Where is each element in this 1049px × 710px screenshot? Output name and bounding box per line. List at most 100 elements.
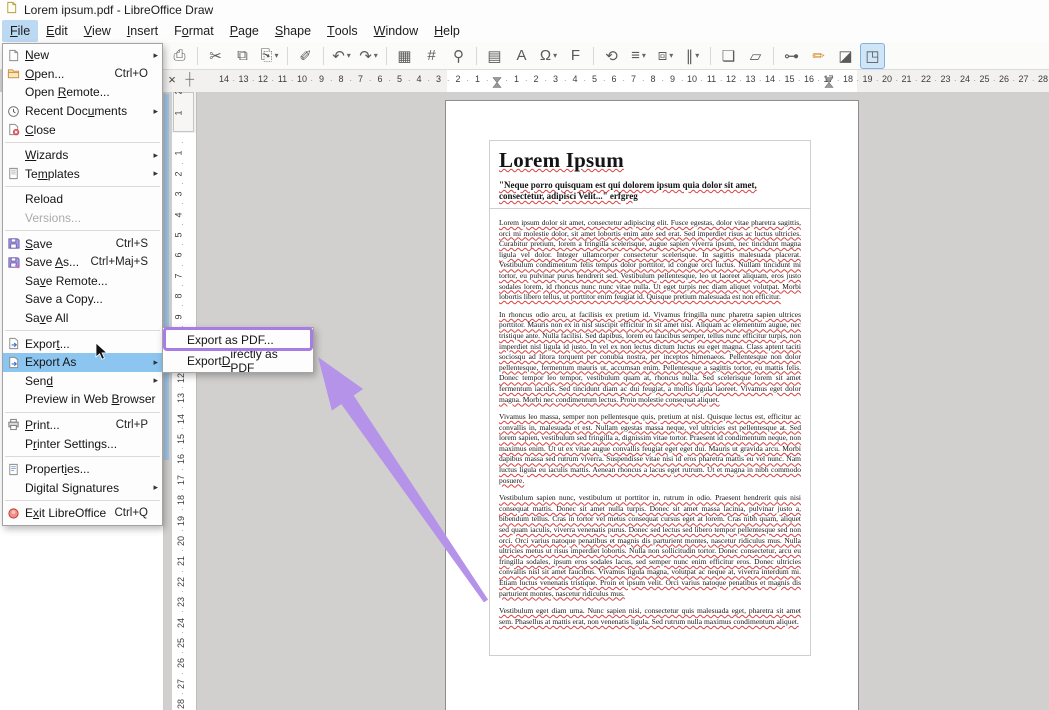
- dropdown-arrow-icon[interactable]: ▾: [347, 51, 351, 60]
- menu-item-export-as[interactable]: Export As▸: [3, 353, 162, 372]
- menu-item-versions[interactable]: Versions...: [3, 209, 162, 228]
- ruler-number: 9: [319, 74, 324, 84]
- dropdown-arrow-icon[interactable]: ▾: [374, 51, 378, 60]
- distribute-icon[interactable]: ∥▾: [680, 43, 705, 69]
- insert-image-icon[interactable]: ▤: [482, 43, 507, 69]
- arrange-icon[interactable]: ⧈▾: [653, 43, 678, 69]
- menu-item-save-as[interactable]: Save As...Ctrl+Maj+S: [3, 253, 162, 272]
- ruler-tick: ·: [915, 76, 918, 85]
- menu-item-printer-settings[interactable]: Printer Settings...: [3, 434, 162, 453]
- menu-item-save-all[interactable]: Save All: [3, 309, 162, 328]
- dropdown-arrow-icon[interactable]: ▾: [669, 51, 673, 60]
- align-objects-icon[interactable]: ≡▾: [626, 43, 651, 69]
- menu-item-templates[interactable]: Templates▸: [3, 165, 162, 184]
- print-file-directly-icon[interactable]: ⎙: [167, 43, 192, 69]
- menubar-item-view[interactable]: View: [76, 20, 119, 42]
- menu-item-exit-libreoffice[interactable]: Exit LibreOfficeCtrl+Q: [3, 504, 162, 523]
- helplines-icon[interactable]: #: [419, 43, 444, 69]
- menu-item-close[interactable]: Close: [3, 120, 162, 139]
- special-character-icon[interactable]: Ω▾: [536, 43, 561, 69]
- ruler-tick: ·: [181, 179, 184, 188]
- glue-points-icon[interactable]: ✏: [806, 43, 831, 69]
- dropdown-arrow-icon[interactable]: ▾: [275, 51, 279, 60]
- extrusion-icon[interactable]: ◪: [833, 43, 858, 69]
- menubar-item-edit[interactable]: Edit: [38, 20, 76, 42]
- ruler-number: 26: [999, 74, 1009, 84]
- menu-item-label: Export As: [25, 355, 148, 369]
- ruler-number: 24: [176, 618, 186, 628]
- menu-item-open[interactable]: Open...Ctrl+O: [3, 65, 162, 84]
- ruler-tick: ·: [181, 220, 184, 229]
- ruler-tick: ·: [181, 138, 184, 147]
- menubar-item-tools[interactable]: Tools: [319, 20, 366, 42]
- menu-item-properties[interactable]: Properties...: [3, 460, 162, 479]
- crop-icon[interactable]: ▱: [743, 43, 768, 69]
- text-frame[interactable]: Lorem Ipsum "Neque porro quisquam est qu…: [489, 140, 811, 656]
- menu-item-print[interactable]: Print...Ctrl+P: [3, 416, 162, 435]
- ruler-margin-marker[interactable]: [824, 75, 833, 93]
- document-paragraph: Lorem ipsum dolor sit amet, consectetur …: [499, 218, 801, 303]
- save-as-icon: [7, 256, 25, 269]
- close-document-button[interactable]: ×: [164, 72, 180, 88]
- ruler-number: 10: [297, 74, 307, 84]
- menu-item-export[interactable]: Export...: [3, 334, 162, 353]
- menubar-item-help[interactable]: Help: [426, 20, 468, 42]
- ruler-tick: ·: [973, 76, 976, 85]
- menu-item-digital-signatures[interactable]: Digital Signatures▸: [3, 478, 162, 497]
- menubar-item-page[interactable]: Page: [222, 20, 267, 42]
- ruler-number: 12: [258, 74, 268, 84]
- menu-item-save-remote[interactable]: Save Remote...: [3, 272, 162, 291]
- window-title: Lorem ipsum.pdf - LibreOffice Draw: [24, 3, 213, 17]
- vertical-ruler[interactable]: 1212345678910111213141516171819202122232…: [172, 92, 197, 710]
- drawing-canvas[interactable]: Lorem Ipsum "Neque porro quisquam est qu…: [197, 92, 1049, 710]
- menu-item-save-a-copy[interactable]: Save a Copy...: [3, 290, 162, 309]
- menubar-item-insert[interactable]: Insert: [119, 20, 166, 42]
- display-grid-icon[interactable]: ▦: [392, 43, 417, 69]
- submenu-item-export-directly-as-pdf[interactable]: Export Directly as PDF: [163, 350, 313, 371]
- ruler-number: 9: [174, 314, 184, 319]
- clone-formatting-icon[interactable]: ✐: [293, 43, 318, 69]
- dropdown-arrow-icon[interactable]: ▾: [695, 51, 699, 60]
- horizontal-ruler[interactable]: 1413121110987654321123456789101112131415…: [196, 70, 1049, 93]
- menu-item-preview-in-web-browser[interactable]: Preview in Web Browser: [3, 390, 162, 409]
- menu-item-wizards[interactable]: Wizards▸: [3, 146, 162, 165]
- insert-text-box-icon[interactable]: A: [509, 43, 534, 69]
- panel-splitter[interactable]: [164, 94, 169, 460]
- menu-item-label: Open Remote...: [25, 85, 148, 99]
- dropdown-arrow-icon[interactable]: ▾: [642, 51, 646, 60]
- ruler-number: 25: [176, 638, 186, 648]
- menu-item-new[interactable]: New▸: [3, 46, 162, 65]
- menu-item-reload[interactable]: Reload: [3, 190, 162, 209]
- document-page[interactable]: Lorem Ipsum "Neque porro quisquam est qu…: [445, 100, 859, 710]
- copy-icon[interactable]: ⧉: [230, 43, 255, 69]
- undo-icon[interactable]: ↶▾: [329, 43, 354, 69]
- transformations-icon[interactable]: ⟲: [599, 43, 624, 69]
- menubar-item-window[interactable]: Window: [366, 20, 426, 42]
- dropdown-arrow-icon[interactable]: ▾: [553, 51, 557, 60]
- menu-item-send[interactable]: Send▸: [3, 372, 162, 391]
- menu-item-label: Digital Signatures: [25, 481, 148, 495]
- fontwork-icon[interactable]: F: [563, 43, 588, 69]
- application-window: Lorem ipsum.pdf - LibreOffice Draw FileE…: [0, 0, 1049, 710]
- ruler-margin-marker[interactable]: [493, 75, 502, 93]
- cut-icon[interactable]: ✂: [203, 43, 228, 69]
- ruler-number: 2: [455, 74, 460, 84]
- menu-item-recent-documents[interactable]: Recent Documents▸: [3, 102, 162, 121]
- paste-icon[interactable]: ⎘▾: [257, 43, 282, 69]
- ruler-number: 1: [514, 74, 519, 84]
- menu-item-label: Close: [25, 123, 148, 137]
- menubar-item-format[interactable]: Format: [166, 20, 222, 42]
- zoom-icon[interactable]: ⚲: [446, 43, 471, 69]
- tab-stop-selector-icon[interactable]: ┼: [185, 72, 194, 86]
- menu-item-save[interactable]: SaveCtrl+S: [3, 234, 162, 253]
- shadow-icon[interactable]: ❏: [716, 43, 741, 69]
- menu-item-open-remote[interactable]: Open Remote...: [3, 83, 162, 102]
- menubar-item-shape[interactable]: Shape: [267, 20, 319, 42]
- toolbar-separator: [287, 47, 288, 65]
- draw-functions-icon[interactable]: ◳: [860, 43, 885, 69]
- menubar-item-file[interactable]: File: [2, 20, 38, 42]
- ruler-tick: ·: [271, 76, 274, 85]
- transformations-icon-glyph: ⟲: [605, 47, 618, 65]
- edit-points-icon[interactable]: ⊶: [779, 43, 804, 69]
- redo-icon[interactable]: ↷▾: [356, 43, 381, 69]
